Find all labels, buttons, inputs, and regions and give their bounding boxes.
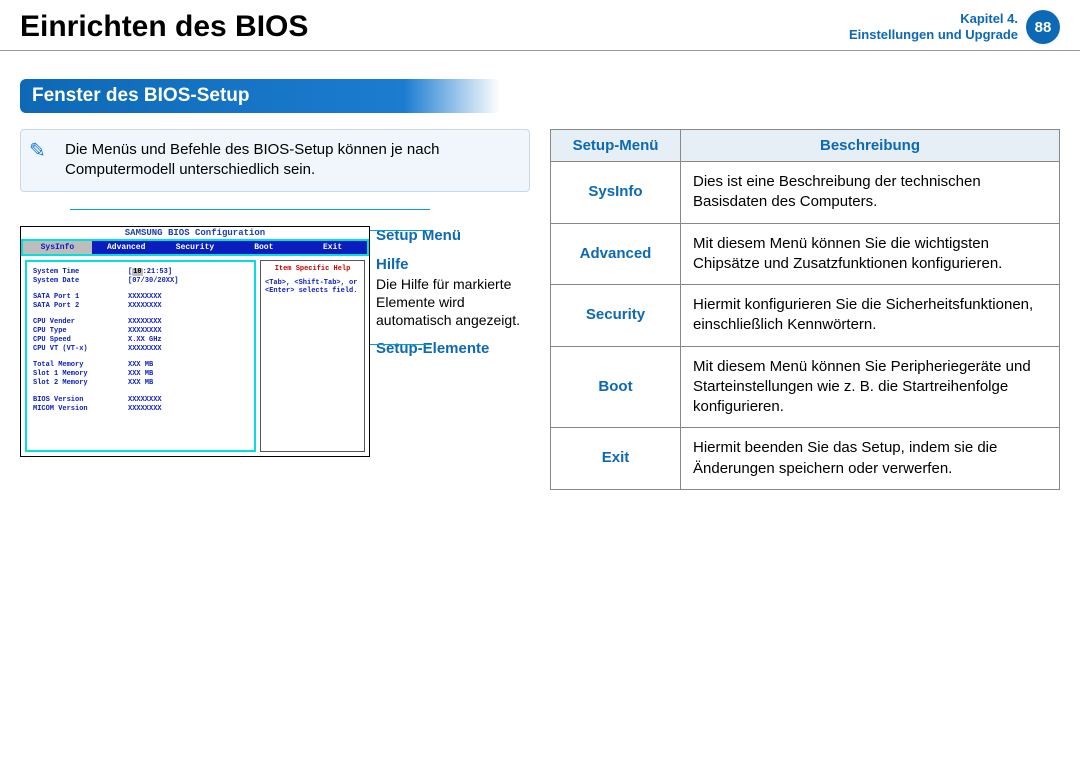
bios-row: System Date[07/30/20XX] bbox=[33, 277, 248, 286]
bios-tab-boot[interactable]: Boot bbox=[229, 241, 298, 254]
menu-desc: Hiermit beenden Sie das Setup, indem sie… bbox=[681, 428, 1060, 490]
chapter-block: Kapitel 4. Einstellungen und Upgrade 88 bbox=[849, 10, 1060, 44]
table-row: SysInfo Dies ist eine Beschreibung der t… bbox=[551, 162, 1060, 224]
bios-row: Total MemoryXXX MB bbox=[33, 361, 248, 370]
callout-line-icon bbox=[70, 209, 430, 210]
bios-left-pane: System Time[10:21:53] System Date[07/30/… bbox=[25, 260, 256, 452]
note-box: ✎ Die Menüs und Befehle des BIOS-Setup k… bbox=[20, 129, 530, 192]
table-row: Advanced Mit diesem Menü können Sie die … bbox=[551, 223, 1060, 285]
menu-name: Security bbox=[551, 285, 681, 347]
callout-setup-elements: Setup-Elemente bbox=[376, 339, 530, 359]
menu-desc: Mit diesem Menü können Sie die wichtigst… bbox=[681, 223, 1060, 285]
callouts: Setup Menü Hilfe Die Hilfe für markierte… bbox=[370, 226, 530, 457]
bios-row: SATA Port 1XXXXXXXX bbox=[33, 293, 248, 302]
page-number: 88 bbox=[1026, 10, 1060, 44]
bios-help-title: Item Specific Help bbox=[265, 265, 360, 273]
bios-tab-sysinfo[interactable]: SysInfo bbox=[23, 241, 92, 254]
bios-tabs: SysInfo Advanced Security Boot Exit bbox=[21, 239, 369, 256]
bios-row: SATA Port 2XXXXXXXX bbox=[33, 302, 248, 311]
bios-row: Slot 1 MemoryXXX MB bbox=[33, 370, 248, 379]
bios-row: CPU SpeedX.XX GHz bbox=[33, 336, 248, 345]
note-text: Die Menüs und Befehle des BIOS-Setup kön… bbox=[65, 141, 439, 178]
bios-row: System Time[10:21:53] bbox=[33, 268, 248, 277]
menu-name: SysInfo bbox=[551, 162, 681, 224]
bios-tab-security[interactable]: Security bbox=[161, 241, 230, 254]
bios-row: BIOS VersionXXXXXXXX bbox=[33, 396, 248, 405]
table-row: Security Hiermit konfigurieren Sie die S… bbox=[551, 285, 1060, 347]
callout-help: Hilfe Die Hilfe für markierte Elemente w… bbox=[376, 255, 530, 329]
menu-name: Advanced bbox=[551, 223, 681, 285]
bios-right-pane: Item Specific Help <Tab>, <Shift-Tab>, o… bbox=[260, 260, 365, 452]
bios-row: CPU TypeXXXXXXXX bbox=[33, 327, 248, 336]
chapter-line2: Einstellungen und Upgrade bbox=[849, 27, 1018, 43]
th-desc: Beschreibung bbox=[681, 130, 1060, 162]
bios-row: MICOM VersionXXXXXXXX bbox=[33, 405, 248, 414]
menu-desc: Mit diesem Menü können Sie Peripherieger… bbox=[681, 346, 1060, 428]
table-row: Exit Hiermit beenden Sie das Setup, inde… bbox=[551, 428, 1060, 490]
menu-desc: Hiermit konfigurieren Sie die Sicherheit… bbox=[681, 285, 1060, 347]
section-heading: Fenster des BIOS-Setup bbox=[20, 79, 500, 113]
page-header: Einrichten des BIOS Kapitel 4. Einstellu… bbox=[0, 0, 1080, 51]
bios-row: CPU VT (VT-x)XXXXXXXX bbox=[33, 345, 248, 354]
menu-name: Exit bbox=[551, 428, 681, 490]
bios-help-text: <Tab>, <Shift-Tab>, or <Enter> selects f… bbox=[265, 279, 360, 296]
bios-tab-advanced[interactable]: Advanced bbox=[92, 241, 161, 254]
menu-desc: Dies ist eine Beschreibung der technisch… bbox=[681, 162, 1060, 224]
setup-menu-table: Setup-Menü Beschreibung SysInfo Dies ist… bbox=[550, 129, 1060, 490]
chapter-text: Kapitel 4. Einstellungen und Upgrade bbox=[849, 11, 1018, 44]
bios-window: SAMSUNG BIOS Configuration SysInfo Advan… bbox=[20, 226, 370, 457]
menu-name: Boot bbox=[551, 346, 681, 428]
th-menu: Setup-Menü bbox=[551, 130, 681, 162]
callout-setup-menu: Setup Menü bbox=[376, 226, 530, 246]
bios-row: CPU VenderXXXXXXXX bbox=[33, 318, 248, 327]
table-row: Boot Mit diesem Menü können Sie Peripher… bbox=[551, 346, 1060, 428]
page-title: Einrichten des BIOS bbox=[20, 10, 308, 44]
bios-title: SAMSUNG BIOS Configuration bbox=[21, 227, 369, 239]
chapter-line1: Kapitel 4. bbox=[849, 11, 1018, 27]
bios-row: Slot 2 MemoryXXX MB bbox=[33, 379, 248, 388]
bios-tab-exit[interactable]: Exit bbox=[298, 241, 367, 254]
pencil-icon: ✎ bbox=[29, 138, 46, 165]
